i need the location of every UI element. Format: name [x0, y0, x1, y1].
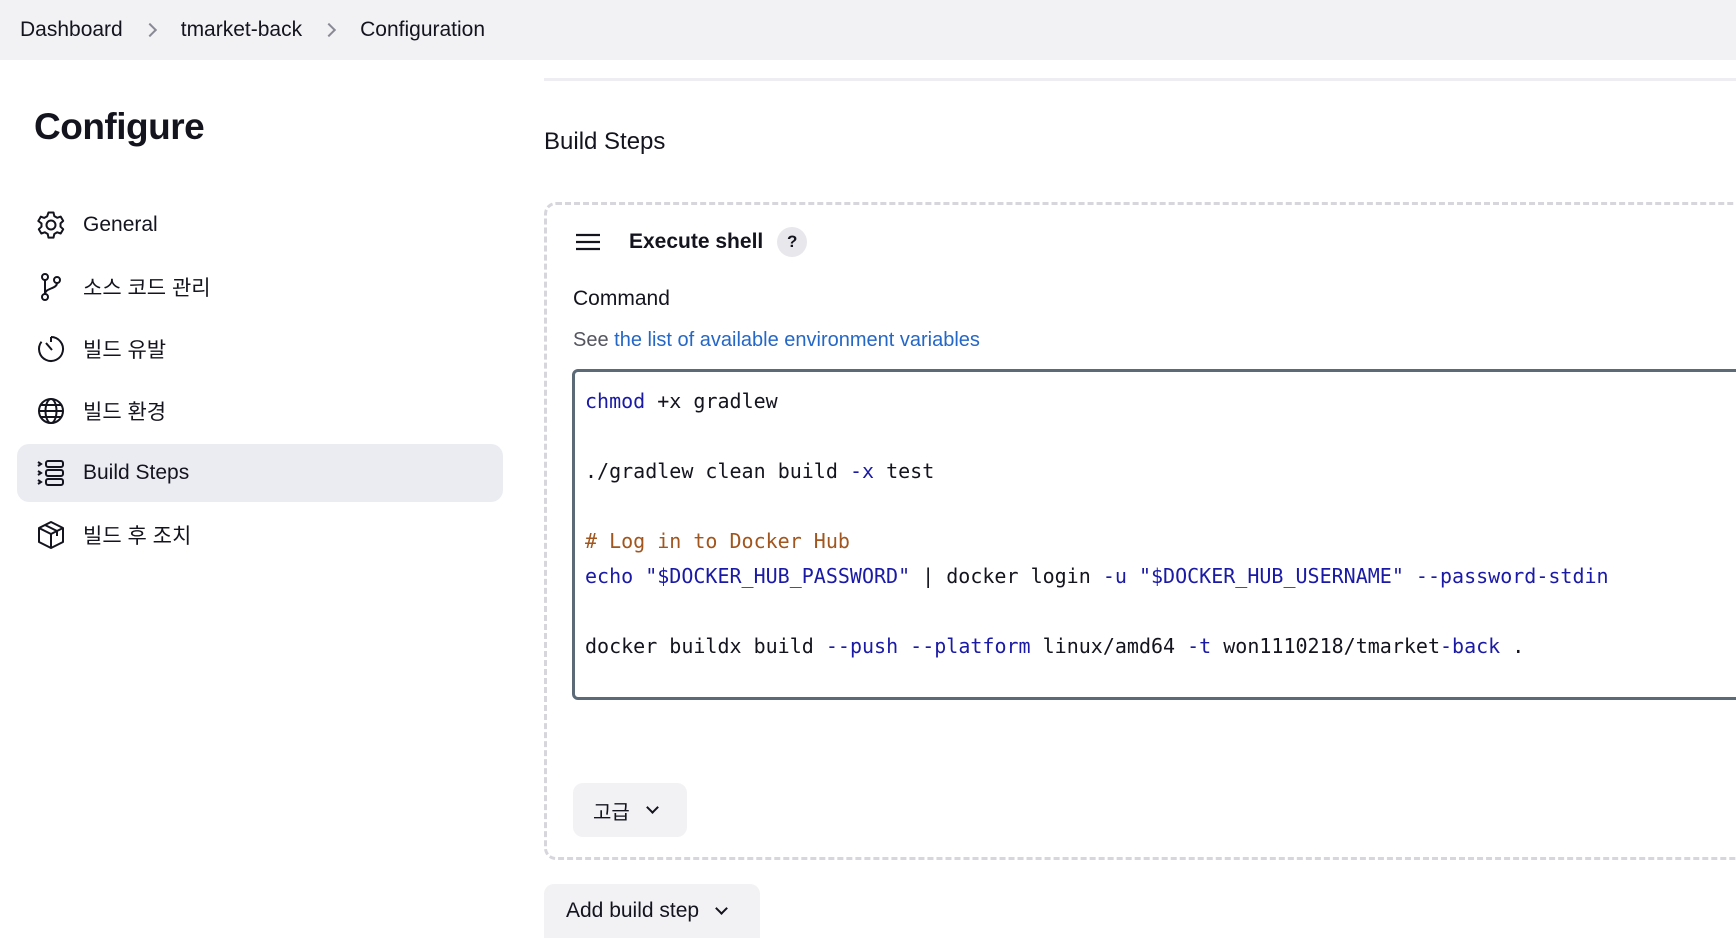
build-step-header: Execute shell ?	[575, 227, 808, 257]
drag-handle-icon[interactable]	[575, 233, 601, 251]
timer-icon	[35, 333, 67, 365]
gear-icon	[35, 209, 67, 241]
breadcrumb-configuration[interactable]: Configuration	[360, 18, 485, 42]
chevron-down-icon	[715, 902, 728, 915]
code-line: docker buildx build --push --platform li…	[585, 634, 1525, 658]
sidebar-item-label: 빌드 환경	[83, 401, 167, 424]
sidebar-item-label: Build Steps	[83, 461, 190, 484]
env-variables-link[interactable]: the list of available environment variab…	[614, 329, 980, 351]
sidebar-item-label: 빌드 후 조치	[83, 525, 192, 548]
sidebar-item-general[interactable]: General	[17, 196, 503, 254]
command-hint: See the list of available environment va…	[573, 329, 980, 352]
advanced-label: 고급	[593, 801, 630, 824]
command-label: Command	[573, 287, 670, 310]
chevron-down-icon	[645, 801, 659, 814]
advanced-button[interactable]: 고급	[573, 783, 687, 837]
section-title: Build Steps	[544, 128, 666, 155]
page-title: Configure	[34, 106, 205, 147]
help-button[interactable]: ?	[777, 227, 808, 257]
sidebar-item-label: General	[83, 213, 158, 236]
code-line: chmod +x gradlew	[585, 389, 778, 413]
globe-icon	[35, 395, 67, 427]
sidebar-nav: General 소스 코드 관리 빌드 유발 빌드 환경 Build Steps…	[17, 196, 503, 568]
package-icon	[35, 519, 67, 551]
code-line: # Log in to Docker Hub	[585, 529, 850, 553]
list-icon	[35, 457, 67, 489]
breadcrumb-job[interactable]: tmarket-back	[181, 18, 302, 42]
build-step-card: Execute shell ? Command See the list of …	[544, 202, 1736, 860]
sidebar-item-source-code[interactable]: 소스 코드 관리	[17, 258, 503, 316]
sidebar-item-build-steps[interactable]: Build Steps	[17, 444, 503, 502]
sidebar-item-build-environment[interactable]: 빌드 환경	[17, 382, 503, 440]
add-build-step-button[interactable]: Add build step	[544, 884, 760, 938]
section-divider	[544, 78, 1736, 81]
branch-icon	[35, 271, 67, 303]
add-build-step-label: Add build step	[566, 899, 700, 922]
sidebar-item-label: 빌드 유발	[83, 339, 167, 362]
build-step-name: Execute shell	[629, 230, 764, 253]
sidebar-item-post-build[interactable]: 빌드 후 조치	[17, 506, 503, 564]
command-textarea[interactable]: chmod +x gradlew ./gradlew clean build -x…	[572, 369, 1736, 700]
breadcrumb-dashboard[interactable]: Dashboard	[20, 18, 123, 42]
chevron-right-icon	[322, 22, 337, 38]
chevron-right-icon	[142, 22, 157, 38]
sidebar-item-build-triggers[interactable]: 빌드 유발	[17, 320, 503, 378]
hint-prefix: See	[573, 329, 615, 351]
sidebar-item-label: 소스 코드 관리	[83, 277, 211, 300]
code-line: echo "$DOCKER_HUB_PASSWORD" | docker log…	[585, 564, 1609, 588]
code-line: ./gradlew clean build -x test	[585, 459, 935, 483]
breadcrumb: Dashboard tmarket-back Configuration	[0, 0, 1736, 60]
